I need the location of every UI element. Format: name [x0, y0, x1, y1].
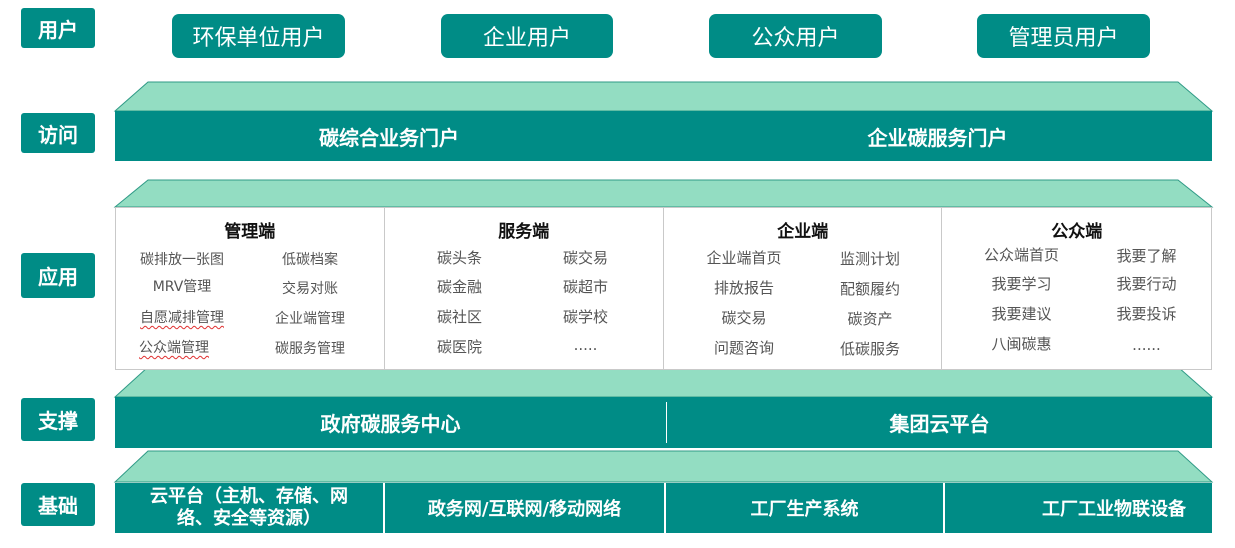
app-item: 监测计划 — [839, 250, 901, 268]
app-item: 我要学习 — [991, 275, 1052, 293]
foundation-iot-devices: 工厂工业物联设备 — [1042, 499, 1186, 520]
app-item: 企业端管理 — [275, 311, 345, 327]
app-item: 碳学校 — [563, 308, 609, 326]
foundation-cloud-platform: 云平台（主机、存储、网络、安全等资源） — [115, 483, 383, 533]
app-column-title: 企业端 — [777, 222, 829, 242]
app-item: 我要建议 — [991, 305, 1052, 323]
access-wedge — [113, 81, 1214, 112]
app-item: 碳金融 — [437, 278, 483, 296]
app-item: 八闽碳惠 — [991, 335, 1052, 353]
access-portal-left: 碳综合业务门户 — [319, 125, 459, 150]
app-column-enterprise: 企业端 企业端首页 监测计划 排放报告 配额履约 碳交易 碳资产 问题咨询 低碳… — [664, 208, 943, 369]
app-column-public: 公众端 公众端首页 我要了解 我要学习 我要行动 我要建议 我要投诉 八闽碳惠 … — [942, 208, 1211, 369]
app-item: 我要了解 — [1116, 247, 1177, 265]
app-item: 碳服务管理 — [275, 341, 345, 357]
foundation-production-system: 工厂生产系统 — [750, 499, 859, 520]
app-item: 低碳服务 — [839, 340, 901, 358]
app-column-service: 服务端 碳头条 碳交易 碳金融 碳超市 碳社区 碳学校 碳医院 ..... — [385, 208, 664, 369]
app-column-title: 公众端 — [1051, 222, 1103, 242]
application-wedge — [113, 179, 1214, 208]
foundation-wedge — [113, 450, 1214, 483]
app-item: 碳交易 — [721, 309, 767, 327]
app-item: 碳资产 — [847, 310, 893, 328]
app-column-management: 管理端 碳排放一张图 低碳档案 MRV管理 交易对账 自愿减排管理 企业端管理 … — [116, 208, 385, 369]
app-item: 碳医院 — [437, 338, 483, 356]
support-band: 政府碳服务中心 集团云平台 — [115, 397, 1212, 448]
app-item: 碳超市 — [563, 278, 609, 296]
app-item: 碳排放一张图 — [140, 252, 224, 268]
app-item: 问题咨询 — [713, 339, 775, 357]
app-item: ...... — [1132, 336, 1161, 354]
app-item: 配额履约 — [839, 280, 901, 298]
app-column-title: 服务端 — [498, 222, 550, 242]
app-item: 碳头条 — [437, 249, 483, 267]
app-item: 交易对账 — [282, 281, 338, 297]
foundation-cloud-platform-label: 云平台（主机、存储、网络、安全等资源） — [150, 486, 348, 529]
app-item: 排放报告 — [713, 279, 775, 297]
app-item: 公众端管理 — [139, 340, 209, 356]
app-column-title: 管理端 — [224, 222, 276, 242]
application-panel: 管理端 碳排放一张图 低碳档案 MRV管理 交易对账 自愿减排管理 企业端管理 … — [115, 207, 1212, 370]
app-item: 我要行动 — [1116, 275, 1177, 293]
access-band: 碳综合业务门户 企业碳服务门户 — [115, 111, 1212, 161]
app-item: 碳社区 — [437, 308, 483, 326]
app-item: 我要投诉 — [1116, 305, 1177, 323]
app-item: 碳交易 — [563, 249, 609, 267]
app-item: 低碳档案 — [282, 252, 338, 268]
access-portal-right: 企业碳服务门户 — [867, 125, 1008, 150]
foundation-band: 云平台（主机、存储、网络、安全等资源） 政务网/互联网/移动网络 工厂生产系统 … — [115, 483, 1212, 533]
app-item: 自愿减排管理 — [140, 310, 224, 326]
support-wedge — [113, 366, 1214, 398]
support-platform-right: 集团云平台 — [889, 412, 990, 436]
app-item: 企业端首页 — [706, 249, 782, 267]
app-item: MRV管理 — [152, 279, 212, 295]
support-center-left: 政府碳服务中心 — [320, 412, 461, 436]
app-item: ..... — [573, 336, 598, 354]
app-item: 公众端首页 — [983, 246, 1059, 264]
foundation-network: 政务网/互联网/移动网络 — [427, 499, 622, 520]
